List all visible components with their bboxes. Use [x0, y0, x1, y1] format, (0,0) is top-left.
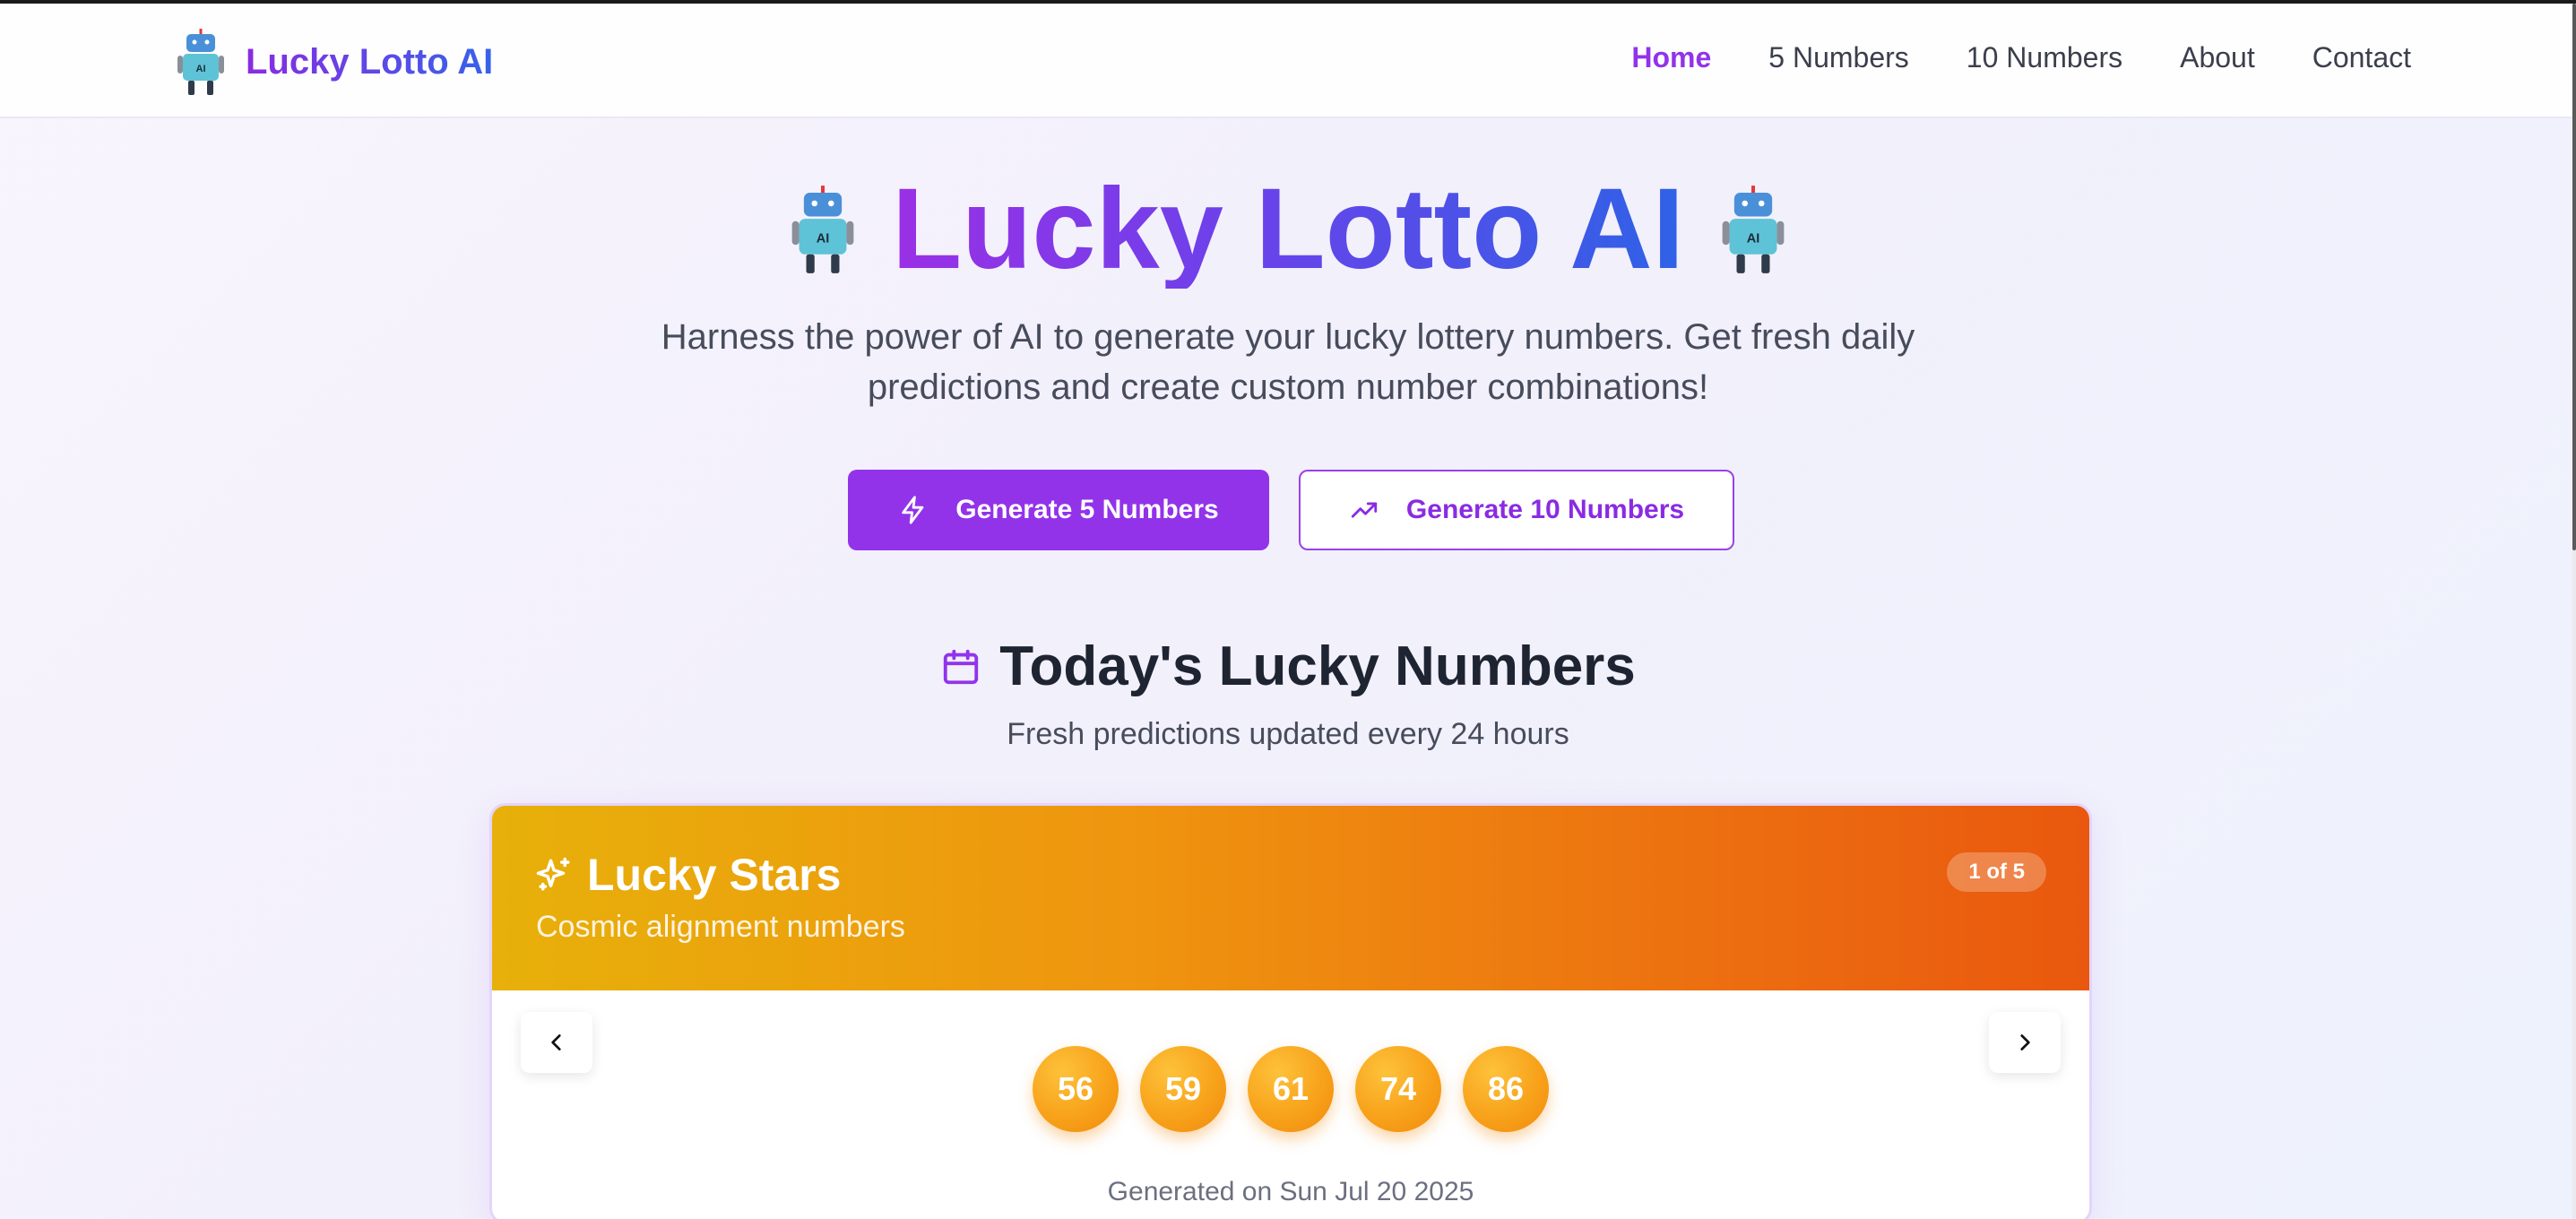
- generate-5-button[interactable]: Generate 5 Numbers: [848, 470, 1269, 550]
- number-balls: 56 59 61 74 86: [492, 1046, 2089, 1132]
- brand-link[interactable]: AI Lucky Lotto AI: [176, 25, 493, 99]
- trending-up-icon: [1351, 502, 1378, 518]
- brand-name: Lucky Lotto AI: [246, 41, 494, 82]
- hero-title: AI Lucky Lotto AI AI: [0, 170, 2576, 289]
- navbar: AI Lucky Lotto AI Home 5 Numbers 10 Numb…: [0, 4, 2572, 118]
- generate-10-button[interactable]: Generate 10 Numbers: [1299, 470, 1734, 550]
- robot-icon: AI: [1722, 186, 1785, 273]
- number-ball: 74: [1355, 1046, 1441, 1132]
- number-ball: 56: [1033, 1046, 1119, 1132]
- lightning-icon: [902, 496, 924, 524]
- generated-date: Generated on Sun Jul 20 2025: [1107, 1177, 1474, 1206]
- nav-5-numbers[interactable]: 5 Numbers: [1768, 41, 1909, 74]
- card-title-row: Lucky Stars: [535, 849, 841, 901]
- number-ball: 59: [1140, 1046, 1226, 1132]
- number-ball: 86: [1463, 1046, 1549, 1132]
- card-title: Lucky Stars: [587, 850, 842, 900]
- svg-text:AI: AI: [1747, 232, 1760, 246]
- calendar-icon: [944, 649, 979, 684]
- hero-subtitle: Harness the power of AI to generate your…: [661, 317, 1915, 407]
- sparkles-icon: [536, 857, 570, 891]
- today-subtitle: Fresh predictions updated every 24 hours: [1007, 717, 1569, 751]
- card-header: Lucky Stars Cosmic alignment numbers 1 o…: [492, 806, 2089, 990]
- robot-icon: AI: [791, 186, 854, 273]
- nav-contact[interactable]: Contact: [2312, 41, 2411, 74]
- generate-10-label: Generate 10 Numbers: [1405, 495, 1685, 524]
- nav-about[interactable]: About: [2180, 41, 2255, 74]
- card-counter-badge: 1 of 5: [1947, 852, 2046, 892]
- nav-home[interactable]: Home: [1631, 41, 1711, 74]
- robot-icon: AI: [177, 29, 224, 95]
- hero-heading: Lucky Lotto AI: [891, 165, 1685, 293]
- nav-menu: Home 5 Numbers 10 Numbers About Contact: [1631, 41, 2411, 74]
- today-title: Today's Lucky Numbers: [999, 635, 1636, 697]
- generate-5-label: Generate 5 Numbers: [955, 495, 1219, 524]
- card-description: Cosmic alignment numbers: [536, 910, 905, 944]
- svg-text:AI: AI: [196, 64, 206, 74]
- lucky-numbers-card: Lucky Stars Cosmic alignment numbers 1 o…: [489, 803, 2092, 1219]
- today-heading: Today's Lucky Numbers: [0, 635, 2576, 698]
- number-ball: 61: [1248, 1046, 1334, 1132]
- nav-10-numbers[interactable]: 10 Numbers: [1967, 41, 2122, 74]
- svg-text:AI: AI: [817, 232, 830, 246]
